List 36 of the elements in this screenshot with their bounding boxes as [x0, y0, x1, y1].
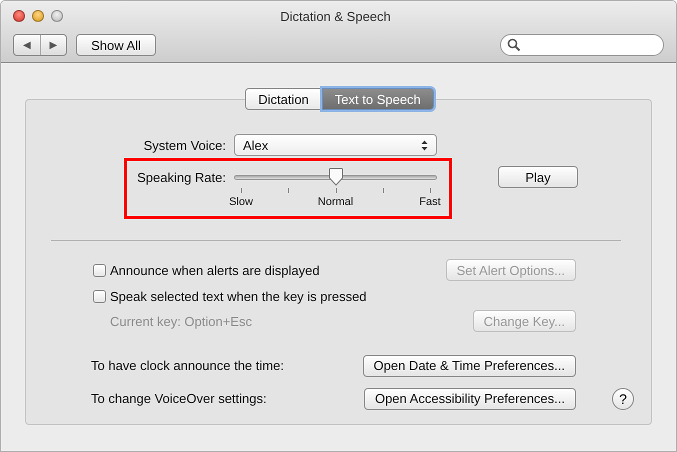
play-button[interactable]: Play	[498, 166, 578, 188]
back-forward-control[interactable]: ◀ ▶	[13, 34, 67, 56]
checkbox[interactable]	[93, 290, 106, 302]
row-label: To have clock announce the time:	[91, 358, 284, 373]
tick-mark	[382, 188, 384, 193]
action-button[interactable]: Open Date & Time Preferences...	[362, 354, 576, 376]
slider-thumb[interactable]	[328, 168, 344, 186]
help-button[interactable]: ?	[612, 388, 634, 410]
show-all-button[interactable]: Show All	[76, 34, 156, 56]
row-label: To change VoiceOver settings:	[91, 391, 267, 406]
zoom-button[interactable]	[51, 10, 63, 22]
tick-mark	[241, 188, 242, 193]
voice-popup[interactable]: Alex	[234, 134, 437, 156]
tick-mark	[288, 188, 290, 193]
current-key-text: Current key: Option+Esc	[110, 314, 252, 328]
checkbox[interactable]	[93, 264, 106, 276]
minimize-button[interactable]	[32, 10, 44, 22]
close-button[interactable]	[13, 10, 25, 22]
field-label: System Voice:	[142, 138, 226, 152]
back-button[interactable]: ◀	[14, 35, 40, 55]
tab[interactable]: Text to Speech	[322, 88, 434, 110]
tick-mark	[430, 188, 431, 193]
checkbox-label: Speak selected text when the key is pressed	[110, 288, 367, 304]
scale-label: Slow	[229, 196, 253, 208]
scale-label: Fast	[419, 196, 441, 208]
window-title: Dictation & Speech	[279, 8, 392, 24]
forward-button[interactable]: ▶	[40, 35, 66, 55]
checkbox-label: Announce when alerts are displayed	[110, 262, 320, 278]
search-field[interactable]	[500, 34, 664, 56]
action-button[interactable]: Open Accessibility Preferences...	[364, 388, 576, 410]
speaking-rate-slider[interactable]	[234, 166, 437, 188]
scale-label: Normal	[318, 196, 354, 208]
field-label: Speaking Rate:	[136, 170, 226, 184]
stepper-arrows-icon	[421, 140, 428, 150]
tab[interactable]: Dictation	[245, 88, 322, 110]
search-icon	[507, 38, 521, 52]
